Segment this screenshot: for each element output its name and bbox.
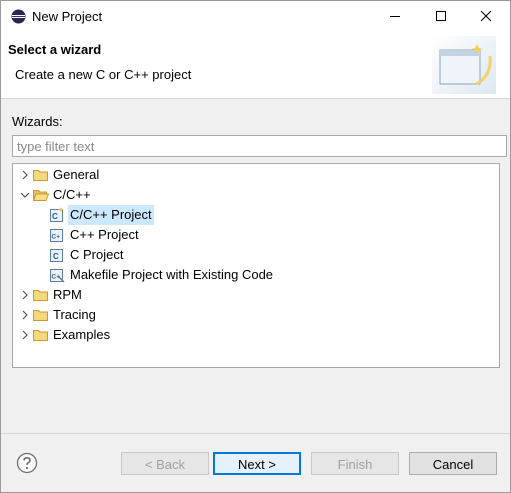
maximize-button[interactable]	[419, 1, 465, 32]
chevron-down-icon	[20, 192, 30, 198]
banner-title: Select a wizard	[8, 42, 102, 57]
window-title: New Project	[32, 9, 103, 24]
tree-item-label: General	[53, 167, 100, 182]
folder-icon	[33, 170, 48, 181]
chevron-right-icon	[22, 330, 28, 340]
filter-input[interactable]	[12, 135, 507, 157]
wizard-tree[interactable]: General C/C++ C C/C++ Project C+ C++ Pro…	[12, 163, 500, 368]
folder-icon	[33, 310, 48, 321]
tree-item-label: RPM	[53, 287, 82, 302]
tree-item-label: Examples	[53, 327, 111, 342]
makefile-project-icon: C+	[50, 269, 65, 283]
close-button[interactable]	[464, 1, 510, 32]
wizard-banner-icon	[432, 36, 496, 94]
folder-icon	[33, 330, 48, 341]
cppproject-icon: C+	[50, 229, 63, 242]
wizard-banner: Select a wizard Create a new C or C++ pr…	[1, 32, 510, 99]
tree-item-label: C Project	[70, 247, 124, 262]
tree-item-makefile-project[interactable]: C+ Makefile Project with Existing Code	[13, 265, 497, 285]
tree-item-label: Makefile Project with Existing Code	[70, 267, 274, 282]
back-button[interactable]: < Back	[121, 452, 209, 475]
tree-item-cplusplus-project[interactable]: C+ C++ Project	[13, 225, 497, 245]
folder-open-icon	[33, 190, 49, 201]
tree-item-examples[interactable]: Examples	[13, 325, 497, 345]
next-button[interactable]: Next >	[213, 452, 301, 475]
tree-item-label: Tracing	[53, 307, 96, 322]
chevron-right-icon	[22, 310, 28, 320]
tree-item-label: C/C++	[53, 187, 91, 202]
tree-item-c-project[interactable]: C C Project	[13, 245, 497, 265]
svg-text:C: C	[52, 212, 58, 221]
new-project-dialog: New Project Select a wizard Create a new…	[0, 0, 511, 493]
tree-item-cpp[interactable]: C/C++	[13, 185, 497, 205]
finish-button[interactable]: Finish	[311, 452, 399, 475]
svg-text:C+: C+	[52, 274, 61, 281]
cproject-icon: C	[50, 207, 64, 222]
minimize-icon	[390, 16, 400, 17]
tree-item-cpp-project[interactable]: C C/C++ Project	[13, 205, 497, 225]
help-icon[interactable]	[16, 452, 38, 474]
chevron-right-icon	[22, 170, 28, 180]
close-icon	[481, 11, 492, 22]
chevron-right-icon	[22, 290, 28, 300]
tree-item-tracing[interactable]: Tracing	[13, 305, 497, 325]
svg-text:C+: C+	[52, 234, 61, 241]
eclipse-icon	[11, 9, 26, 24]
tree-item-rpm[interactable]: RPM	[13, 285, 497, 305]
folder-icon	[33, 290, 48, 301]
banner-description: Create a new C or C++ project	[15, 67, 192, 82]
tree-item-label: C++ Project	[70, 227, 139, 242]
button-bar-separator	[1, 433, 510, 434]
minimize-button[interactable]	[373, 1, 419, 32]
tree-item-general[interactable]: General	[13, 165, 497, 185]
svg-text:C: C	[53, 252, 59, 261]
cproject-icon: C	[50, 249, 63, 262]
wizards-label: Wizards:	[12, 114, 63, 129]
maximize-icon	[436, 11, 446, 21]
cancel-button[interactable]: Cancel	[409, 452, 497, 475]
title-bar[interactable]: New Project	[1, 1, 510, 32]
tree-item-label: C/C++ Project	[68, 205, 154, 225]
